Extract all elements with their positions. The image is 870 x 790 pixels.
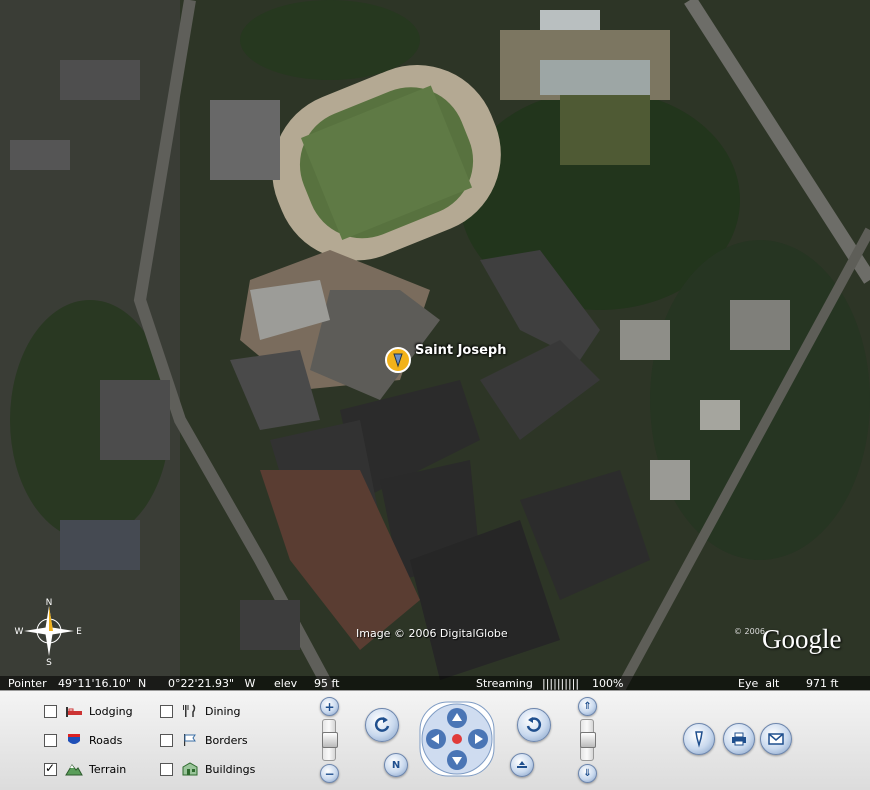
pointer-lon: 0°22'21.93" W [168,677,256,690]
buildings-label: Buildings [205,762,256,776]
building-icon [182,762,198,776]
tilt-down-button[interactable]: ⇓ [578,764,597,783]
pointer-lat: 49°11'16.10" N [58,677,147,690]
streaming-percent: 100% [592,677,624,690]
borders-checkbox[interactable] [160,733,173,747]
compass-icon: N S E W [15,598,83,666]
streaming-label: Streaming [476,677,533,690]
rotate-right-button[interactable] [517,708,551,742]
lodging-checkbox[interactable] [44,704,57,718]
google-logo: Google [762,624,842,654]
compass-e: E [76,627,82,637]
layer-terrain[interactable]: Terrain [44,761,127,776]
streaming-bar: |||||||||| [542,677,580,690]
tilt-slider[interactable] [580,719,596,761]
tilt-up-button[interactable]: ⇑ [578,697,597,716]
terrain-checkbox[interactable] [44,761,57,776]
eye-alt-label: Eye alt [738,677,780,690]
zoom-slider-thumb[interactable] [322,732,338,748]
zoom-slider[interactable] [322,719,338,761]
printer-icon [732,732,746,746]
layer-dining[interactable]: Dining [160,704,241,718]
dining-checkbox[interactable] [160,704,173,718]
tilt-reset-icon [517,761,527,768]
navigation-pad[interactable] [416,698,498,780]
aerial-map-view[interactable]: Saint Joseph Image © 2006 DigitalGlobe ©… [0,0,870,690]
pushpin-icon[interactable] [384,346,412,374]
elev-value: 95 ft [314,677,340,690]
lodging-label: Lodging [89,704,133,718]
layer-buildings[interactable]: Buildings [160,762,255,776]
center-stop-button[interactable] [452,734,462,744]
logo-copyright: © 2006 [734,627,765,636]
envelope-icon [768,733,784,745]
elev-label: elev [274,677,298,690]
mountain-icon [65,764,83,776]
rotate-cw-icon [526,717,542,732]
reset-tilt-button[interactable] [510,753,534,777]
pushpin-add-icon [695,731,703,748]
zoom-in-button[interactable]: + [320,697,339,716]
placemark-label[interactable]: Saint Joseph [415,343,506,358]
compass-w: W [15,627,24,637]
layer-roads[interactable]: Roads [44,733,122,747]
email-button[interactable] [760,723,792,755]
flag-icon [184,734,196,746]
dining-label: Dining [205,704,241,718]
borders-label: Borders [205,733,248,747]
compass-n: N [46,598,53,608]
rotate-ccw-icon [374,717,390,732]
eye-alt-value: 971 ft [806,677,839,690]
google-earth-window: Saint Joseph Image © 2006 DigitalGlobe ©… [0,0,870,790]
layer-borders[interactable]: Borders [160,733,248,747]
fork-knife-icon [183,704,196,717]
terrain-label: Terrain [89,762,127,776]
print-button[interactable] [723,723,755,755]
zoom-out-button[interactable]: − [320,764,339,783]
placemark-button[interactable] [683,723,715,755]
roads-checkbox[interactable] [44,733,57,747]
tilt-slider-thumb[interactable] [580,732,596,748]
north-up-button[interactable]: N [384,753,408,777]
imagery-credit: Image © 2006 DigitalGlobe [356,627,508,640]
bed-icon [66,707,82,717]
compass-s: S [46,658,52,666]
rotate-left-button[interactable] [365,708,399,742]
road-shield-icon [68,734,80,744]
buildings-checkbox[interactable] [160,762,173,776]
layer-lodging[interactable]: Lodging [44,704,133,718]
roads-label: Roads [89,733,123,747]
pointer-label: Pointer [8,677,47,690]
